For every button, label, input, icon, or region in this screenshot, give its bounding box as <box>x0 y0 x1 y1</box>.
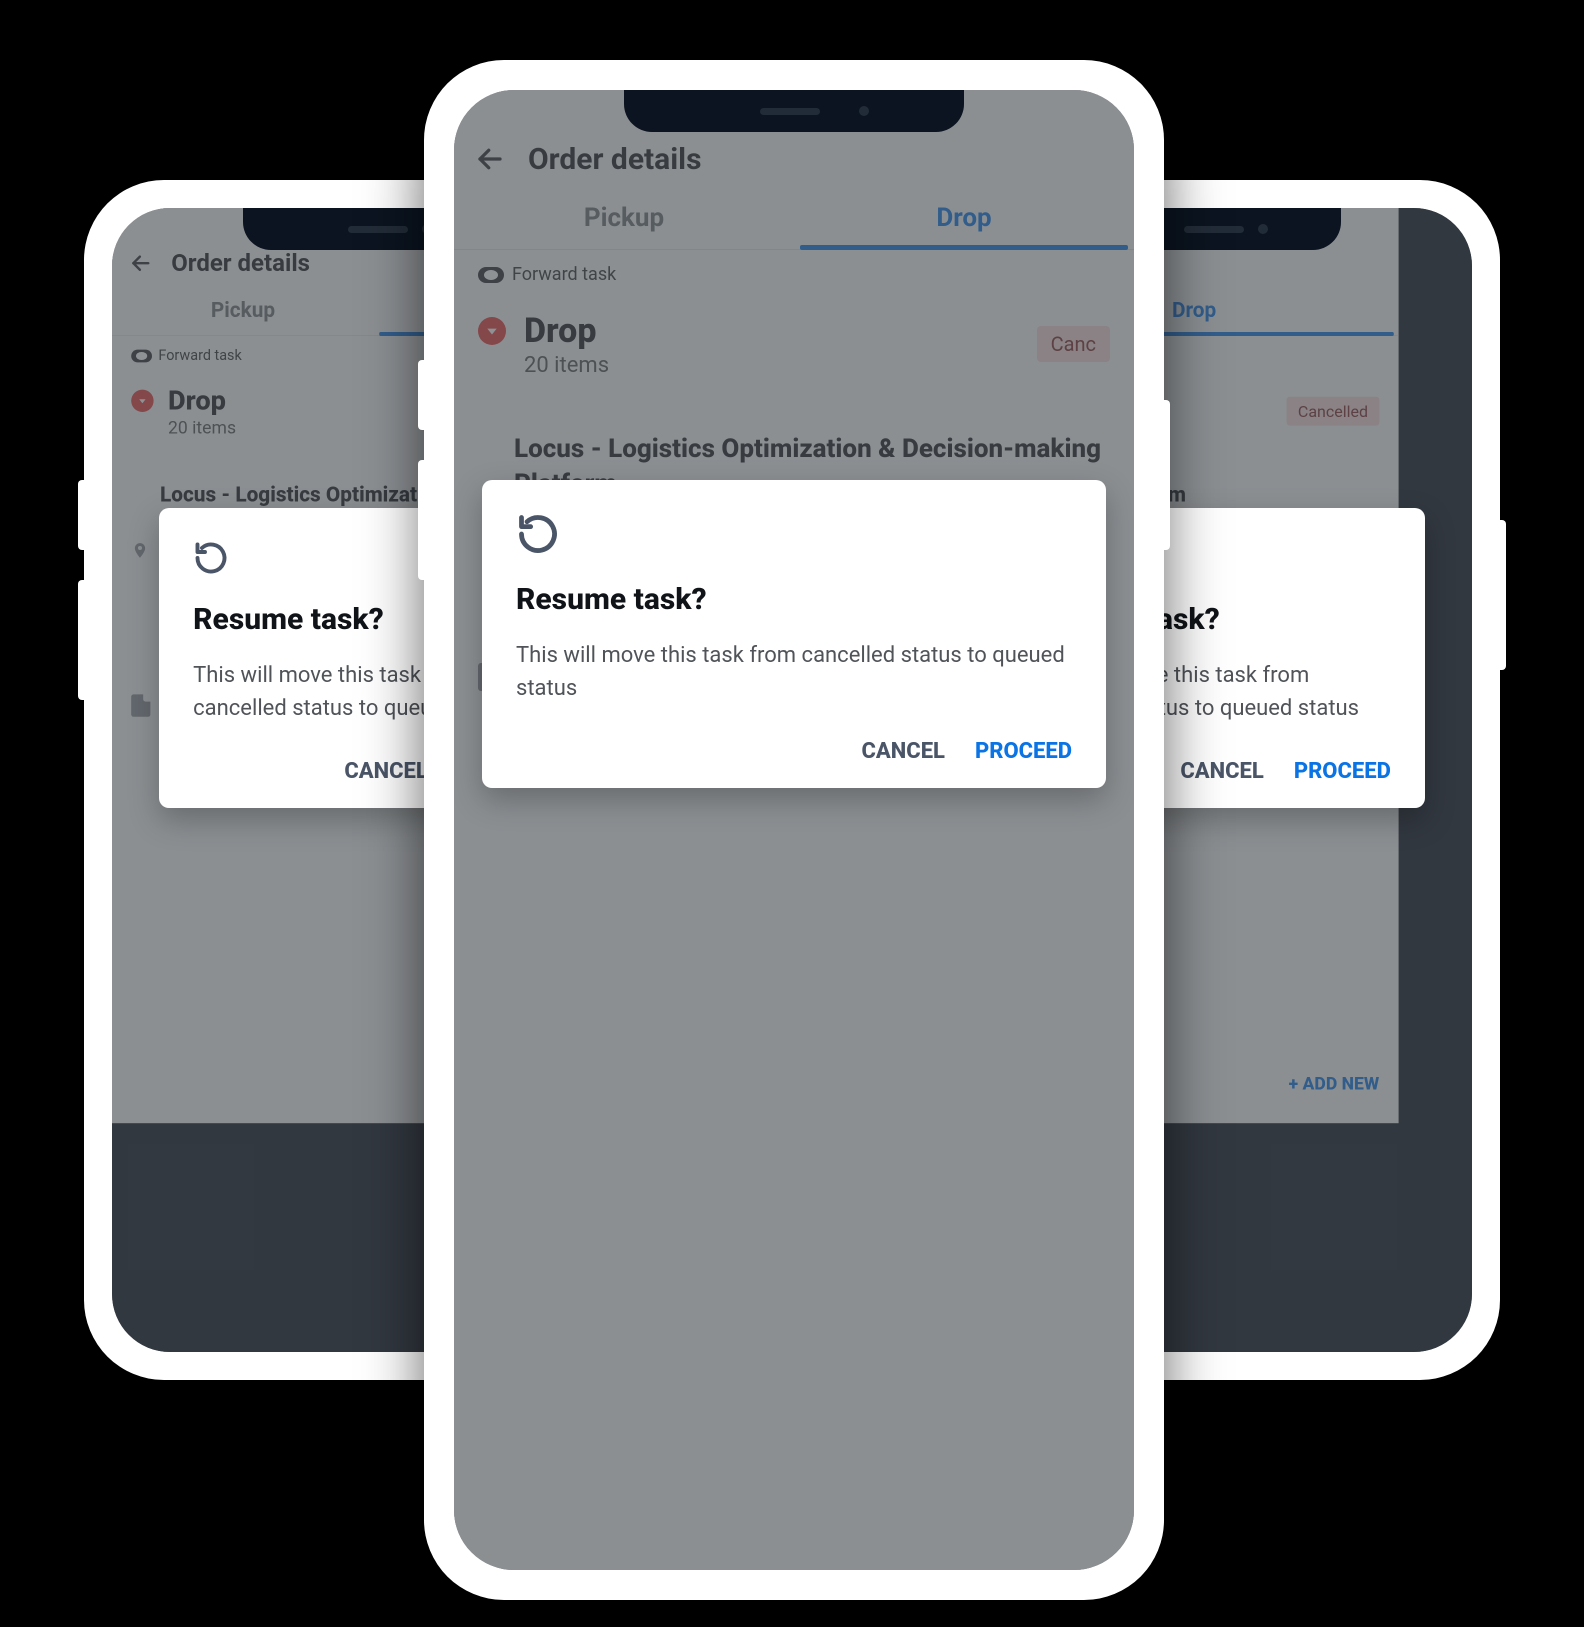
phone-mock-center: Order details Pickup Drop Forward task D… <box>424 60 1164 1600</box>
refresh-icon <box>516 512 560 556</box>
cancel-button[interactable]: CANCEL <box>344 759 427 784</box>
modal-title: Resume task? <box>516 582 1072 617</box>
cancel-button[interactable]: CANCEL <box>1180 759 1263 784</box>
cancel-button[interactable]: CANCEL <box>862 739 945 764</box>
modal-message: This will move this task from cancelled … <box>516 639 1072 705</box>
proceed-button[interactable]: PROCEED <box>1294 759 1391 784</box>
modal-backdrop <box>454 90 1134 1570</box>
proceed-button[interactable]: PROCEED <box>975 739 1072 764</box>
resume-task-modal: Resume task? This will move this task fr… <box>482 480 1106 788</box>
phone-notch <box>624 90 964 132</box>
refresh-icon <box>193 540 229 576</box>
